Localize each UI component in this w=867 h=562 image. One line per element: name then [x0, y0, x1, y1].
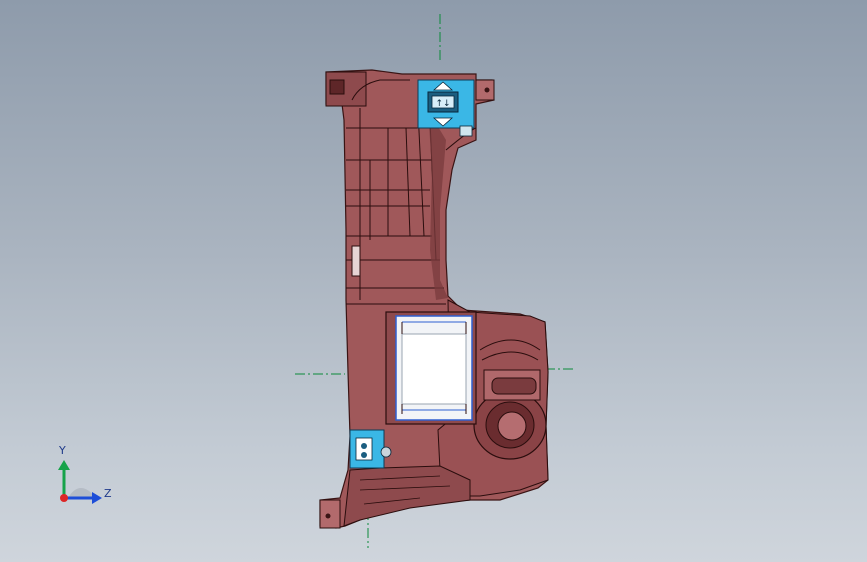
top-left-bracket-hole [329, 79, 345, 95]
top-right-tab-hole [484, 87, 490, 93]
orientation-triad: Y Z [58, 444, 112, 504]
y-axis-label: Y [58, 444, 66, 457]
connector-label: ↑↓ [435, 99, 450, 109]
z-axis-label: Z [104, 487, 112, 500]
x-axis-dot [60, 494, 68, 502]
vent-insert[interactable] [385, 311, 477, 425]
cup-holder [473, 390, 547, 460]
top-connector[interactable]: ↑↓ [417, 79, 475, 137]
part-model[interactable]: ↑↓ [319, 69, 549, 529]
graphics-viewport[interactable]: ↑↓ Y Z [0, 0, 867, 562]
side-slot [351, 245, 361, 277]
